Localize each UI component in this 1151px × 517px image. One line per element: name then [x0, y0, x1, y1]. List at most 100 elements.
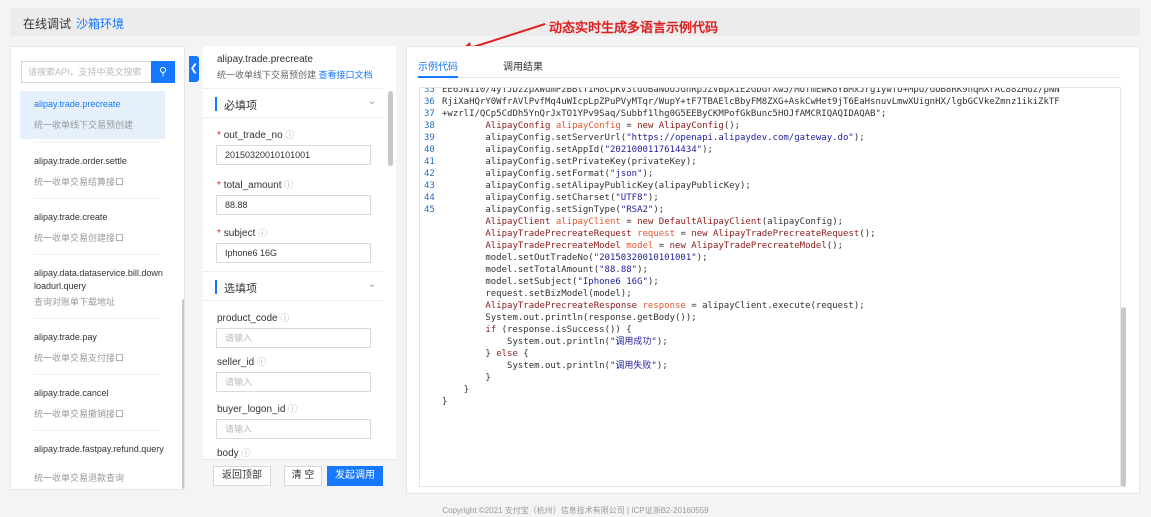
code-text: model.setTotalAmount("88.88"); — [442, 265, 648, 275]
line-number: 36 — [424, 97, 435, 107]
field-name: body — [217, 448, 239, 459]
line-number: 44 — [424, 193, 435, 203]
tab-divider — [418, 77, 1120, 78]
tab-online-debug[interactable]: 在线调试 — [23, 15, 71, 32]
invoke-button[interactable]: 发起调用 — [327, 466, 383, 486]
api-item-desc: 统一收单线下交易预创建 — [34, 120, 134, 130]
code-text: RjiXaHQrY0WfrAVlPvfMq4uWIcpLpZPuPVyMTqr/… — [442, 97, 1060, 107]
api-item-name: alipay.data.dataservice.bill.downloadurl… — [34, 268, 163, 291]
code-text: } else { — [442, 349, 529, 359]
help-icon[interactable]: ⓘ — [257, 357, 266, 367]
required-asterisk: * — [217, 130, 221, 141]
api-item-name: alipay.trade.precreate — [34, 99, 121, 109]
api-item-desc: 统一收单交易撤销接口 — [34, 409, 125, 419]
tab-example-code[interactable]: 示例代码 — [418, 58, 458, 73]
field-name: out_trade_no — [223, 130, 283, 141]
copyright-footer: Copyright ©2021 支付宝（杭州）信息技术有限公司 | ICP证浙B… — [442, 506, 709, 515]
required-asterisk: * — [217, 228, 221, 239]
help-icon[interactable]: ⓘ — [258, 228, 267, 238]
product_code-field[interactable]: 请输入 — [216, 328, 371, 348]
code-text: model.setOutTradeNo("20150320010101001")… — [442, 253, 708, 263]
field-name: product_code — [217, 313, 278, 324]
active-tab-indicator — [418, 76, 458, 78]
list-divider — [34, 430, 160, 431]
api-item-desc: 统一收单交易退款查询 — [34, 473, 125, 483]
code-panel: 示例代码 调用结果 35 EE6JN1I0/4yTJDzzpXWumPzBBtTI… — [406, 46, 1140, 494]
required-asterisk: * — [217, 180, 221, 191]
required-section-header[interactable]: 必填项 ⌄ — [203, 88, 383, 118]
list-item[interactable]: alipay.trade.precreate 统一收单线下交易预创建 — [20, 91, 165, 139]
list-item[interactable]: alipay.trade.order.settle 统一收单交易结算接口 — [20, 142, 165, 196]
annotation-text: 动态实时生成多语言示例代码 — [549, 20, 719, 35]
api-item-desc: 统一收单交易支付接口 — [34, 353, 125, 363]
list-item[interactable]: alipay.trade.fastpay.refund.query 统一收单交易退… — [20, 430, 165, 489]
field-label-seller_id: seller_id ⓘ — [217, 355, 266, 368]
field-label-body: body ⓘ — [217, 446, 250, 459]
search-icon: ⚲ — [158, 66, 168, 78]
api-list-panel: 请搜索API，支持中英文搜索 ⚲ alipay.trade.precreate 统… — [10, 46, 185, 490]
line-number: 37 — [424, 109, 435, 119]
code-text: System.out.println("调用成功"); — [442, 337, 668, 347]
subject-field[interactable]: Iphone6 16G — [216, 243, 371, 263]
code-text: } — [442, 385, 470, 395]
code-text: alipayConfig.setSignType("RSA2"); — [442, 205, 665, 215]
field-label-subject: * subject ⓘ — [217, 226, 267, 239]
code-scrollbar[interactable] — [1121, 307, 1126, 487]
tab-call-result[interactable]: 调用结果 — [503, 58, 543, 73]
help-icon[interactable]: ⓘ — [280, 313, 289, 323]
params-panel: alipay.trade.precreate 统一收单线下交易预创建 查看接口文… — [203, 46, 396, 490]
list-item[interactable]: alipay.trade.pay 统一收单交易支付接口 — [20, 318, 165, 372]
section-accent-bar — [215, 280, 217, 294]
chevron-down-icon: ⌄ — [368, 96, 377, 107]
search-button[interactable]: ⚲ — [151, 61, 175, 83]
api-item-name: alipay.trade.pay — [34, 332, 97, 342]
list-item[interactable]: alipay.trade.cancel 统一收单交易撤销接口 — [20, 374, 165, 428]
field-name: subject — [223, 228, 256, 239]
api-title: alipay.trade.precreate — [217, 54, 313, 65]
out_trade_no-field[interactable]: 20150320010101001 — [216, 145, 371, 165]
chevron-down-icon: ⌄ — [368, 279, 377, 290]
optional-section-header[interactable]: 选填项 ⌄ — [203, 271, 383, 301]
optional-section-title: 选填项 — [224, 283, 257, 295]
buyer_logon_id-field[interactable]: 请输入 — [216, 419, 371, 439]
list-divider — [34, 374, 160, 375]
code-text: alipayConfig.setPrivateKey(privateKey); — [442, 157, 697, 167]
api-search-input[interactable]: 请搜索API，支持中英文搜索 — [21, 61, 151, 83]
code-editor[interactable]: 35 EE6JN1I0/4yTJDzzpXWumPzBBtTIM8CpKV3tdo… — [419, 87, 1121, 487]
collapse-sidebar-button[interactable]: ❮ — [189, 56, 199, 82]
help-icon[interactable]: ⓘ — [284, 180, 293, 190]
api-list-scrollbar[interactable] — [182, 299, 184, 489]
api-item-name: alipay.trade.create — [34, 212, 108, 222]
code-text: AlipayTradePrecreateModel model = new Al… — [485, 241, 844, 251]
field-label-product_code: product_code ⓘ — [217, 311, 289, 324]
list-item[interactable]: alipay.trade.create 统一收单交易创建接口 — [20, 198, 165, 252]
help-icon[interactable]: ⓘ — [241, 448, 250, 458]
api-item-desc: 查询对账单下载地址 — [34, 297, 116, 307]
code-text: if (response.isSuccess()) { — [485, 325, 632, 335]
code-text: AlipayClient alipayClient = new DefaultA… — [485, 217, 844, 227]
field-label-out_trade_no: * out_trade_no ⓘ — [217, 128, 294, 141]
help-icon[interactable]: ⓘ — [285, 130, 294, 140]
list-divider — [34, 198, 160, 199]
code-text: alipayConfig.setServerUrl("https://opena… — [442, 133, 865, 143]
back-to-top-button[interactable]: 返回顶部 — [213, 466, 271, 486]
code-text: request.setBizModel(model); — [442, 289, 632, 299]
field-name: seller_id — [217, 357, 255, 368]
required-section-title: 必填项 — [224, 100, 257, 112]
tab-sandbox[interactable]: 沙箱环境 — [76, 15, 124, 32]
code-text: AlipayTradePrecreateRequest request = ne… — [485, 229, 876, 239]
chevron-left-icon: ❮ — [189, 63, 199, 74]
field-label-total_amount: * total_amount ⓘ — [217, 178, 293, 191]
code-text: System.out.println("调用失败"); — [442, 361, 668, 371]
code-text: } — [442, 373, 491, 383]
api-subtitle-text: 统一收单线下交易预创建 — [217, 70, 317, 80]
total_amount-field[interactable]: 88.88 — [216, 195, 371, 215]
seller_id-field[interactable]: 请输入 — [216, 372, 371, 392]
code-text: alipayConfig.setAlipayPublicKey(alipayPu… — [442, 181, 751, 191]
params-scrollbar[interactable] — [388, 91, 393, 166]
api-doc-link[interactable]: 查看接口文档 — [319, 70, 373, 80]
line-number: 43 — [424, 181, 435, 191]
list-item[interactable]: alipay.data.dataservice.bill.downloadurl… — [20, 254, 165, 322]
clear-button[interactable]: 清 空 — [284, 466, 322, 486]
help-icon[interactable]: ⓘ — [288, 404, 297, 414]
